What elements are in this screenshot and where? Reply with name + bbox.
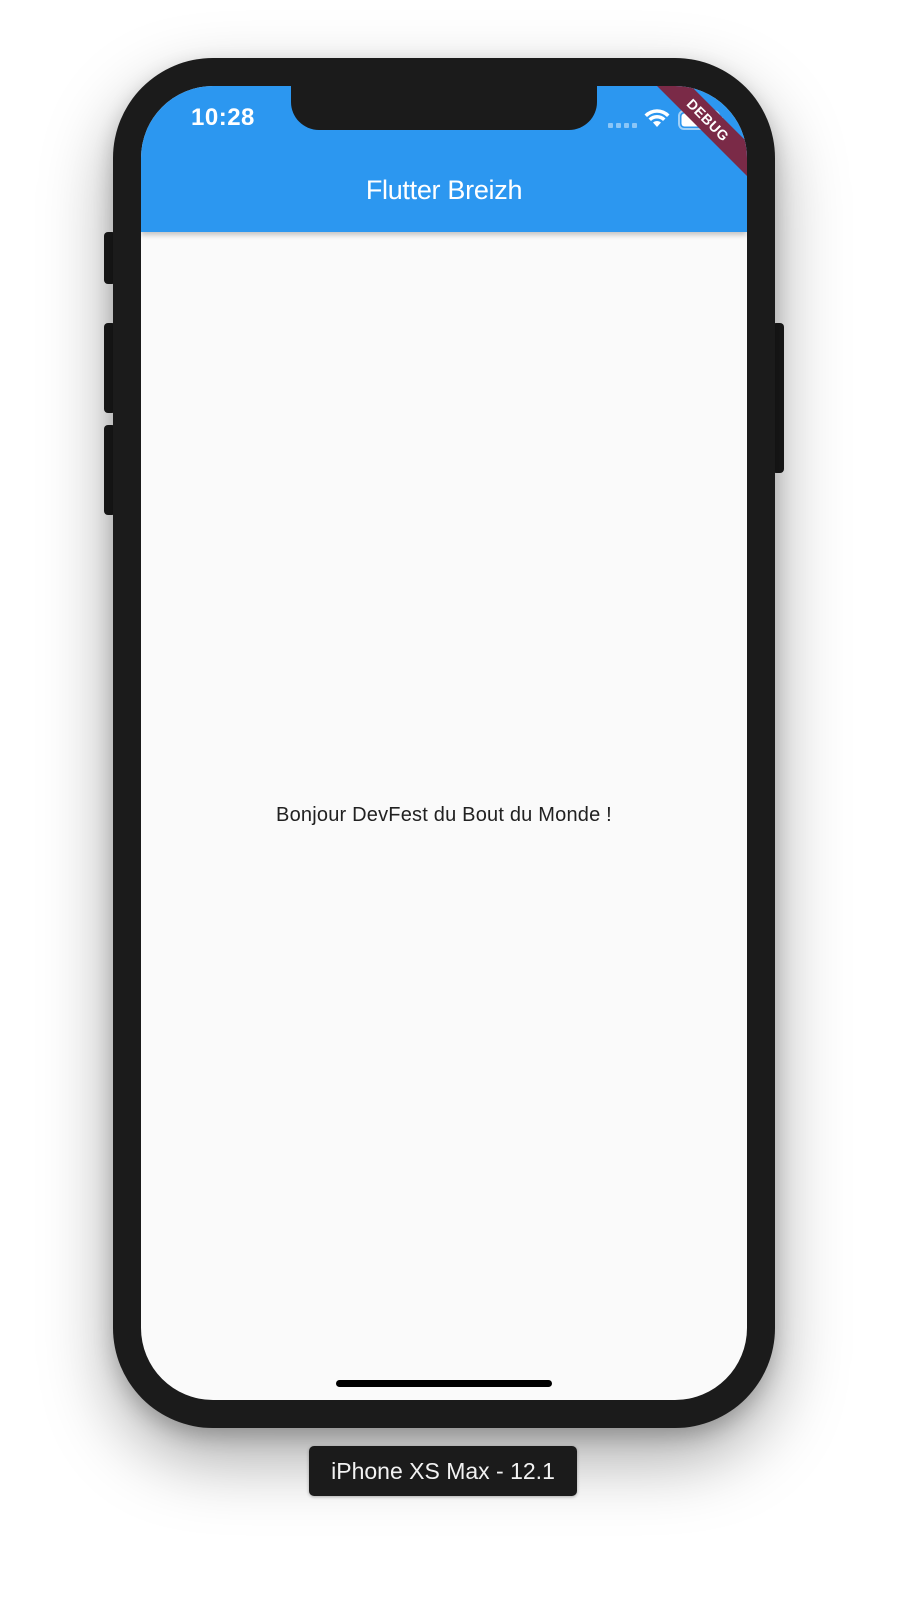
wifi-icon (644, 109, 670, 127)
simulator-device-label: iPhone XS Max - 12.1 (309, 1446, 577, 1496)
device-screen[interactable]: 10:28 Flutter Breizh DEBUG Bonjour DevFe… (141, 86, 747, 1400)
home-indicator[interactable] (336, 1380, 552, 1387)
simulator-stage: 10:28 Flutter Breizh DEBUG Bonjour DevFe… (0, 0, 905, 1600)
app-bar-title: Flutter Breizh (365, 175, 523, 205)
greeting-text: Bonjour DevFest du Bout du Monde ! (276, 804, 612, 826)
cellular-signal-icon (608, 123, 637, 128)
screen-notch (291, 86, 597, 130)
status-bar-time: 10:28 (191, 104, 255, 131)
